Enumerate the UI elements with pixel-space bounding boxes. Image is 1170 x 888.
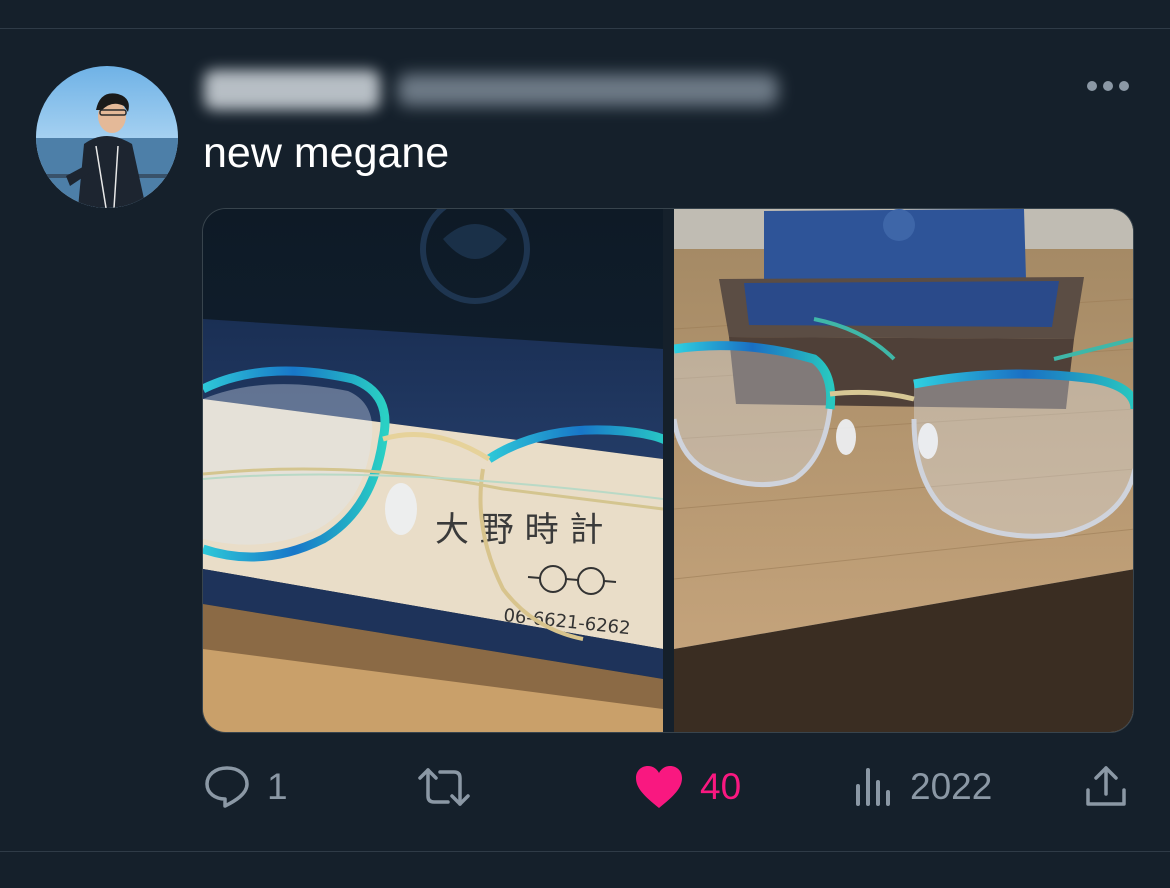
media-grid: 大 野 時 計 06-6621-6262 bbox=[202, 208, 1134, 733]
media-image-2[interactable] bbox=[674, 209, 1133, 732]
author-name-blurred[interactable] bbox=[198, 64, 788, 114]
reply-icon bbox=[205, 766, 249, 808]
bottom-divider bbox=[0, 851, 1170, 852]
tweet-text: new megane bbox=[203, 129, 450, 177]
top-divider bbox=[0, 28, 1170, 29]
views-icon bbox=[856, 768, 890, 806]
heart-icon bbox=[636, 766, 682, 808]
handle-blurred bbox=[398, 74, 778, 106]
share-icon bbox=[1086, 766, 1126, 806]
like-count: 40 bbox=[700, 766, 742, 807]
media-image-1[interactable]: 大 野 時 計 06-6621-6262 bbox=[203, 209, 663, 732]
retweet-icon bbox=[418, 768, 470, 806]
avatar[interactable] bbox=[36, 66, 178, 208]
views-count: 2022 bbox=[910, 766, 993, 807]
reply-button[interactable]: 1 bbox=[203, 752, 288, 822]
card-brand-text: 大 野 時 計 bbox=[435, 510, 603, 550]
tweet-actions: 1 40 2022 bbox=[0, 752, 1170, 822]
more-icon bbox=[1087, 81, 1129, 91]
share-button[interactable] bbox=[1082, 752, 1130, 822]
views-button[interactable]: 2022 bbox=[852, 752, 992, 822]
like-button[interactable]: 40 bbox=[634, 752, 741, 822]
display-name-blurred bbox=[204, 70, 380, 110]
more-button[interactable] bbox=[1082, 70, 1134, 102]
retweet-button[interactable] bbox=[416, 752, 488, 822]
reply-count: 1 bbox=[267, 766, 288, 807]
